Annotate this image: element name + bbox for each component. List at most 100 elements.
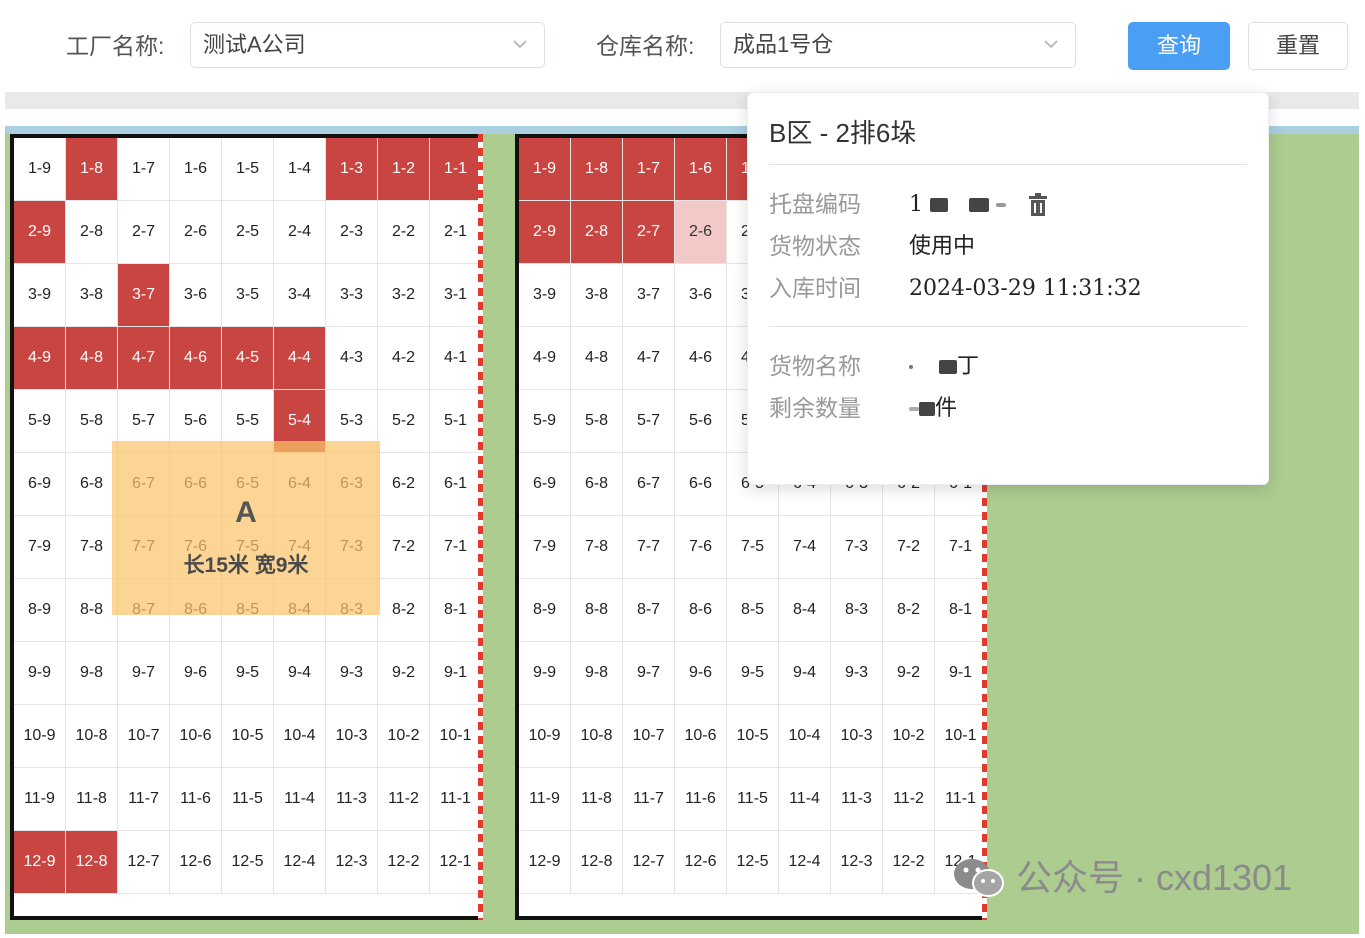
slot-cell-4-1[interactable]: 4-1 <box>430 327 482 390</box>
slot-cell-7-4[interactable]: 7-4 <box>779 516 831 579</box>
slot-cell-12-9[interactable]: 12-9 <box>519 831 571 894</box>
query-button[interactable]: 查询 <box>1128 22 1230 70</box>
slot-cell-10-7[interactable]: 10-7 <box>623 705 675 768</box>
slot-cell-7-9[interactable]: 7-9 <box>519 516 571 579</box>
slot-cell-5-9[interactable]: 5-9 <box>519 390 571 453</box>
slot-cell-8-9[interactable]: 8-9 <box>14 579 66 642</box>
slot-cell-9-3[interactable]: 9-3 <box>326 642 378 705</box>
slot-cell-11-5[interactable]: 11-5 <box>222 768 274 831</box>
slot-cell-10-4[interactable]: 10-4 <box>779 705 831 768</box>
slot-cell-5-9[interactable]: 5-9 <box>14 390 66 453</box>
slot-cell-12-8[interactable]: 12-8 <box>571 831 623 894</box>
slot-cell-1-6[interactable]: 1-6 <box>675 138 727 201</box>
slot-cell-3-9[interactable]: 3-9 <box>14 264 66 327</box>
slot-cell-2-4[interactable]: 2-4 <box>274 201 326 264</box>
slot-cell-12-5[interactable]: 12-5 <box>727 831 779 894</box>
slot-cell-1-2[interactable]: 1-2 <box>378 138 430 201</box>
slot-cell-12-8[interactable]: 12-8 <box>66 831 118 894</box>
slot-cell-4-3[interactable]: 4-3 <box>326 327 378 390</box>
slot-cell-2-8[interactable]: 2-8 <box>571 201 623 264</box>
slot-cell-11-2[interactable]: 11-2 <box>378 768 430 831</box>
slot-cell-2-2[interactable]: 2-2 <box>378 201 430 264</box>
slot-cell-1-7[interactable]: 1-7 <box>118 138 170 201</box>
slot-cell-6-8[interactable]: 6-8 <box>571 453 623 516</box>
slot-cell-10-7[interactable]: 10-7 <box>118 705 170 768</box>
slot-cell-4-2[interactable]: 4-2 <box>378 327 430 390</box>
slot-cell-7-7[interactable]: 7-7 <box>623 516 675 579</box>
slot-cell-1-8[interactable]: 1-8 <box>66 138 118 201</box>
slot-cell-12-9[interactable]: 12-9 <box>14 831 66 894</box>
slot-cell-3-2[interactable]: 3-2 <box>378 264 430 327</box>
slot-cell-11-7[interactable]: 11-7 <box>118 768 170 831</box>
slot-cell-9-8[interactable]: 9-8 <box>571 642 623 705</box>
slot-cell-12-1[interactable]: 12-1 <box>430 831 482 894</box>
slot-cell-11-3[interactable]: 11-3 <box>831 768 883 831</box>
slot-cell-11-8[interactable]: 11-8 <box>66 768 118 831</box>
slot-cell-11-4[interactable]: 11-4 <box>274 768 326 831</box>
slot-cell-1-4[interactable]: 1-4 <box>274 138 326 201</box>
slot-cell-1-6[interactable]: 1-6 <box>170 138 222 201</box>
slot-cell-9-4[interactable]: 9-4 <box>779 642 831 705</box>
slot-cell-9-3[interactable]: 9-3 <box>831 642 883 705</box>
area-a-overlay[interactable]: A 长15米 宽9米 <box>112 441 380 615</box>
slot-cell-7-1[interactable]: 7-1 <box>935 516 987 579</box>
slot-cell-9-6[interactable]: 9-6 <box>675 642 727 705</box>
slot-cell-1-5[interactable]: 1-5 <box>222 138 274 201</box>
slot-cell-4-4[interactable]: 4-4 <box>274 327 326 390</box>
slot-cell-1-9[interactable]: 1-9 <box>519 138 571 201</box>
slot-cell-9-4[interactable]: 9-4 <box>274 642 326 705</box>
slot-cell-8-2[interactable]: 8-2 <box>883 579 935 642</box>
slot-cell-12-2[interactable]: 12-2 <box>883 831 935 894</box>
slot-cell-6-9[interactable]: 6-9 <box>14 453 66 516</box>
slot-cell-2-9[interactable]: 2-9 <box>14 201 66 264</box>
slot-cell-10-3[interactable]: 10-3 <box>326 705 378 768</box>
slot-cell-8-8[interactable]: 8-8 <box>571 579 623 642</box>
slot-cell-2-6[interactable]: 2-6 <box>675 201 727 264</box>
slot-cell-9-8[interactable]: 9-8 <box>66 642 118 705</box>
slot-cell-12-6[interactable]: 12-6 <box>170 831 222 894</box>
slot-cell-4-7[interactable]: 4-7 <box>118 327 170 390</box>
slot-cell-3-7[interactable]: 3-7 <box>118 264 170 327</box>
slot-cell-11-6[interactable]: 11-6 <box>170 768 222 831</box>
slot-cell-6-8[interactable]: 6-8 <box>66 453 118 516</box>
slot-cell-3-7[interactable]: 3-7 <box>623 264 675 327</box>
reset-button[interactable]: 重置 <box>1248 22 1348 70</box>
slot-cell-2-7[interactable]: 2-7 <box>118 201 170 264</box>
slot-cell-11-9[interactable]: 11-9 <box>14 768 66 831</box>
slot-cell-9-7[interactable]: 9-7 <box>623 642 675 705</box>
slot-cell-7-6[interactable]: 7-6 <box>675 516 727 579</box>
slot-cell-6-6[interactable]: 6-6 <box>675 453 727 516</box>
slot-cell-8-2[interactable]: 8-2 <box>378 579 430 642</box>
slot-cell-10-5[interactable]: 10-5 <box>727 705 779 768</box>
slot-cell-4-8[interactable]: 4-8 <box>571 327 623 390</box>
slot-cell-5-6[interactable]: 5-6 <box>675 390 727 453</box>
slot-cell-4-8[interactable]: 4-8 <box>66 327 118 390</box>
slot-cell-10-5[interactable]: 10-5 <box>222 705 274 768</box>
slot-cell-3-8[interactable]: 3-8 <box>571 264 623 327</box>
slot-cell-9-9[interactable]: 9-9 <box>14 642 66 705</box>
slot-cell-8-9[interactable]: 8-9 <box>519 579 571 642</box>
slot-cell-3-5[interactable]: 3-5 <box>222 264 274 327</box>
warehouse-select[interactable]: 成品1号仓 <box>720 22 1076 68</box>
slot-cell-9-9[interactable]: 9-9 <box>519 642 571 705</box>
slot-cell-9-5[interactable]: 9-5 <box>727 642 779 705</box>
slot-cell-5-2[interactable]: 5-2 <box>378 390 430 453</box>
factory-select[interactable]: 测试A公司 <box>190 22 545 68</box>
slot-cell-7-3[interactable]: 7-3 <box>831 516 883 579</box>
slot-cell-5-8[interactable]: 5-8 <box>66 390 118 453</box>
slot-cell-7-2[interactable]: 7-2 <box>378 516 430 579</box>
slot-cell-4-9[interactable]: 4-9 <box>14 327 66 390</box>
slot-cell-7-5[interactable]: 7-5 <box>727 516 779 579</box>
slot-cell-10-3[interactable]: 10-3 <box>831 705 883 768</box>
slot-cell-8-1[interactable]: 8-1 <box>430 579 482 642</box>
slot-cell-10-9[interactable]: 10-9 <box>519 705 571 768</box>
slot-cell-10-2[interactable]: 10-2 <box>883 705 935 768</box>
slot-cell-3-1[interactable]: 3-1 <box>430 264 482 327</box>
slot-cell-8-8[interactable]: 8-8 <box>66 579 118 642</box>
slot-cell-2-8[interactable]: 2-8 <box>66 201 118 264</box>
slot-cell-1-7[interactable]: 1-7 <box>623 138 675 201</box>
slot-cell-1-9[interactable]: 1-9 <box>14 138 66 201</box>
slot-cell-4-9[interactable]: 4-9 <box>519 327 571 390</box>
slot-cell-5-1[interactable]: 5-1 <box>430 390 482 453</box>
slot-cell-10-4[interactable]: 10-4 <box>274 705 326 768</box>
